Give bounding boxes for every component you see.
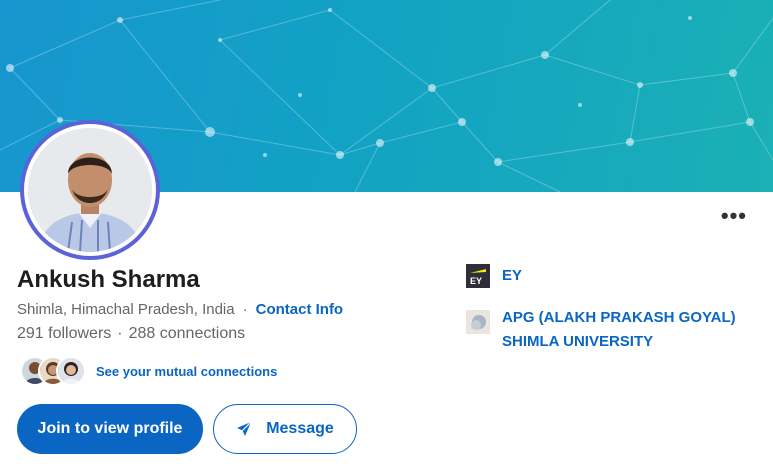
message-button-label: Message [266,420,334,437]
message-button[interactable]: Message [213,404,357,454]
location-text: Shimla, Himachal Pradesh, India [17,301,235,318]
person-avatar-icon [58,358,84,384]
network-stats: 291 followers · 288 connections [17,325,245,343]
profile-name: Ankush Sharma [17,266,200,293]
profile-photo [28,128,152,252]
join-to-view-profile-button[interactable]: Join to view profile [17,404,203,454]
connections-count: 288 connections [128,325,246,342]
location-line: Shimla, Himachal Pradesh, India · Contact … [17,301,343,318]
school-logo-icon [466,310,490,334]
mutual-avatar [56,356,86,386]
mutual-connections-link[interactable]: See your mutual connections [96,364,277,379]
mutual-connections[interactable]: See your mutual connections [20,354,277,388]
org-item-ey[interactable]: EY EY [466,264,522,288]
separator-dot: · [117,325,123,342]
org-name: APG (ALAKH PRAKASH GOYAL) SHIMLA UNIVERS… [502,309,736,350]
ey-logo-icon: EY [466,264,490,288]
org-item-university[interactable]: APG (ALAKH PRAKASH GOYAL) SHIMLA UNIVERS… [466,306,752,354]
more-options-button[interactable]: ••• [721,205,747,227]
send-icon [236,421,252,437]
org-name: EY [502,267,523,284]
person-photo-icon [28,128,152,252]
profile-avatar[interactable] [20,120,160,260]
svg-text:EY: EY [470,276,482,286]
separator-dot: · [242,301,248,318]
followers-count: 291 followers [17,325,112,342]
contact-info-link[interactable]: Contact Info [256,301,344,318]
